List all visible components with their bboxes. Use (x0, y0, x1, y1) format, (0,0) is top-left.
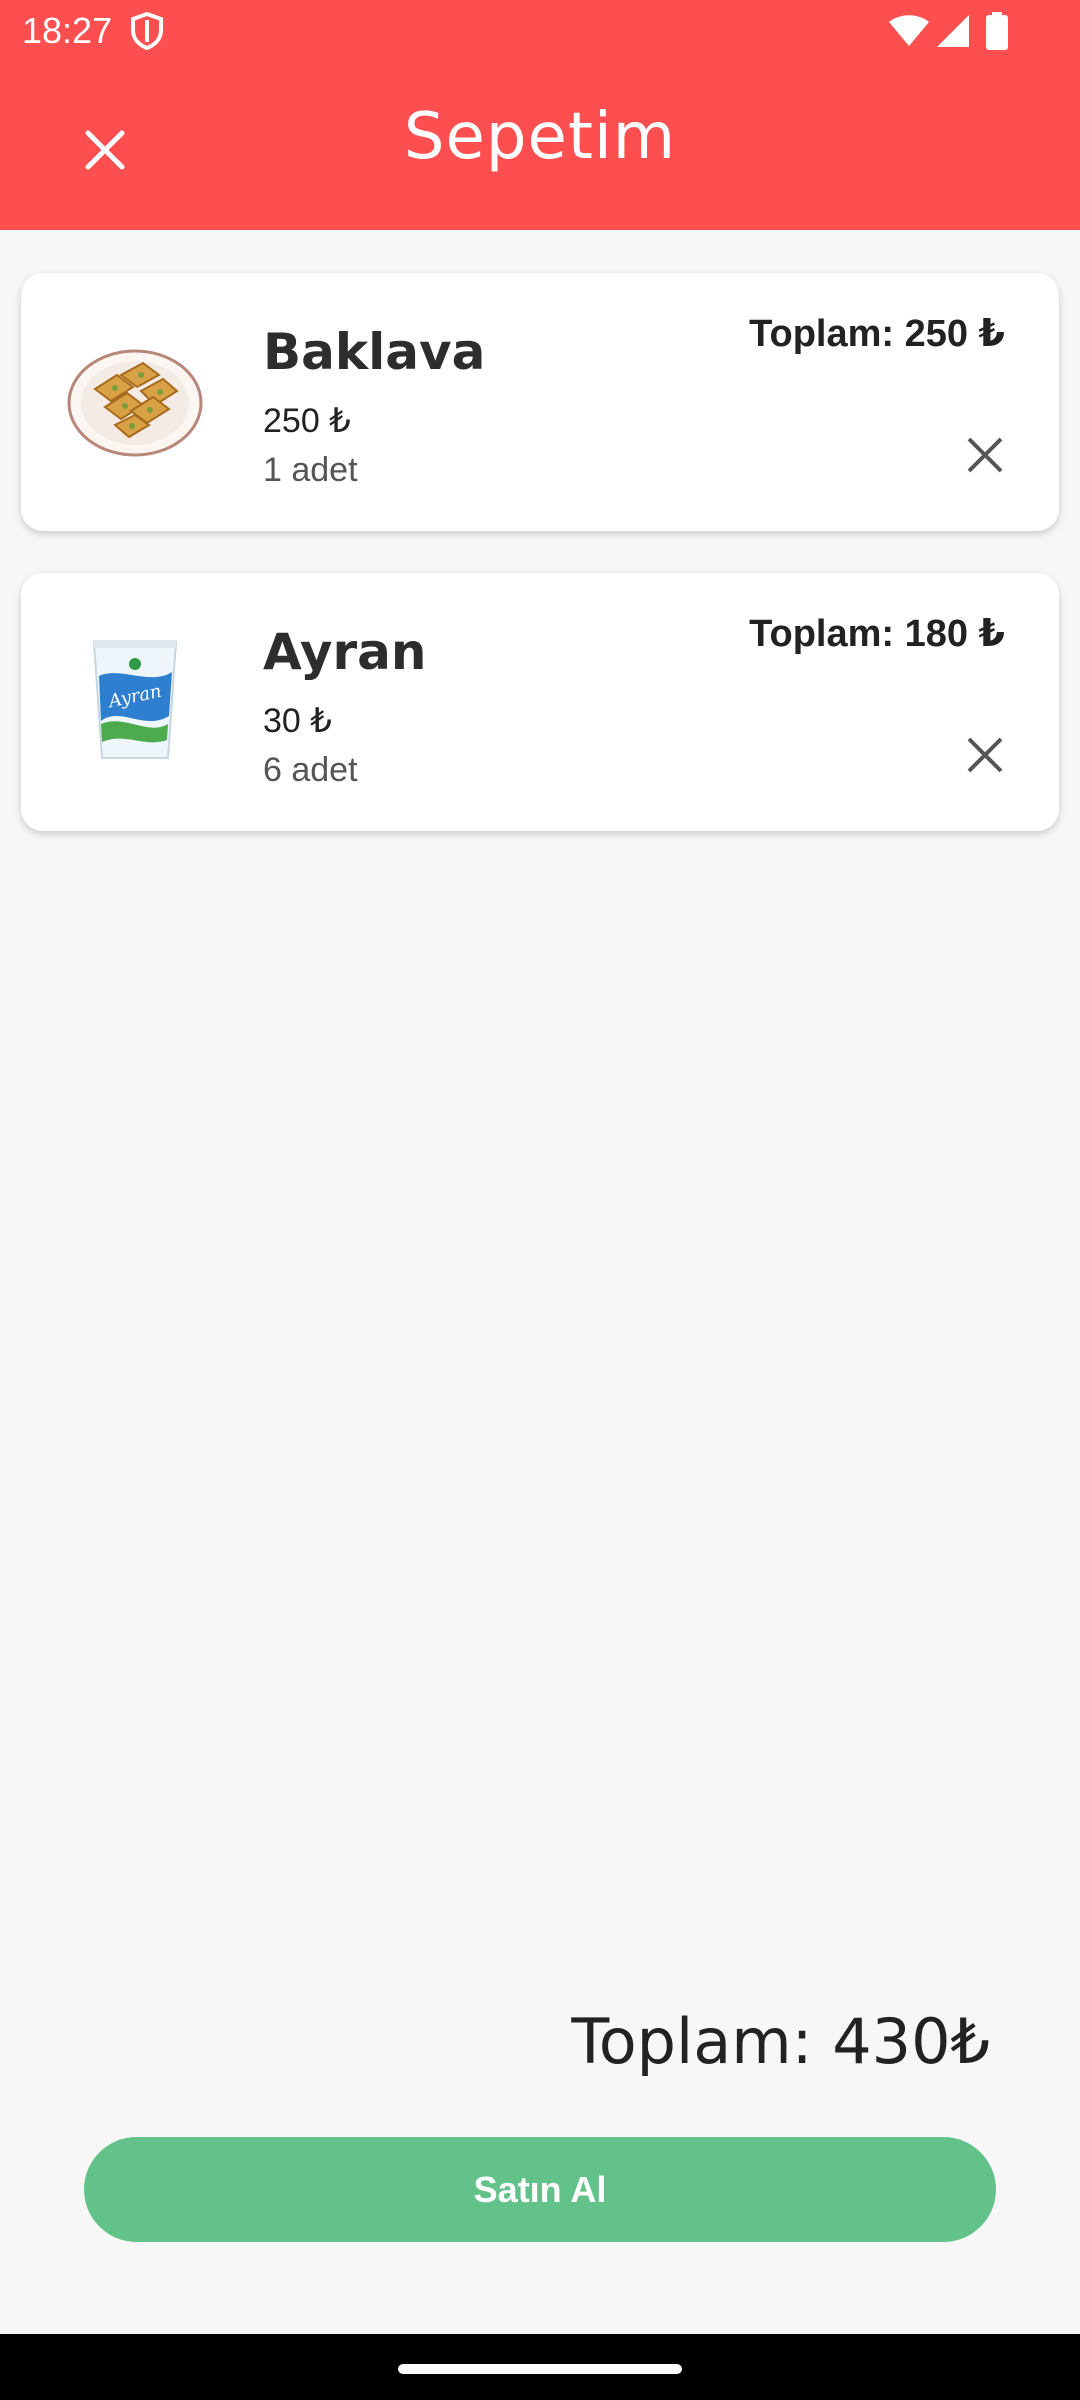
buy-button[interactable]: Satın Al (84, 2137, 996, 2242)
home-indicator[interactable] (398, 2364, 682, 2374)
system-nav-bar (0, 2334, 1080, 2400)
item-name: Ayran (263, 623, 427, 681)
baklava-plate-icon (67, 349, 203, 457)
battery-icon (986, 12, 1008, 50)
baklava-image (65, 331, 205, 471)
item-total: Toplam: 250 ₺ (749, 313, 1005, 355)
remove-item-button[interactable] (955, 425, 1015, 485)
remove-item-button[interactable] (955, 725, 1015, 785)
item-quantity: 6 adet (263, 751, 358, 789)
ayran-image: Ayran (65, 631, 205, 771)
close-icon (967, 737, 1003, 773)
signal-icon (937, 15, 969, 47)
page-title: Sepetim (403, 100, 677, 174)
item-name: Baklava (263, 323, 486, 381)
status-bar: 18:27 (0, 0, 1080, 62)
item-total: Toplam: 180 ₺ (749, 613, 1005, 655)
cart-item: Ayran Ayran 30 ₺ 6 adet Toplam: 180 ₺ (21, 573, 1059, 831)
item-price: 250 ₺ (263, 402, 351, 440)
status-time: 18:27 (22, 10, 113, 51)
app-header: 18:27 Sepetim (0, 0, 1080, 230)
wifi-icon (889, 15, 929, 46)
item-quantity: 1 adet (263, 451, 358, 489)
close-icon (967, 437, 1003, 473)
item-price: 30 ₺ (263, 702, 332, 740)
ayran-cup-icon: Ayran (92, 640, 178, 759)
cart-item: Baklava 250 ₺ 1 adet Toplam: 250 ₺ (21, 273, 1059, 531)
grand-total: Toplam: 430₺ (571, 2005, 990, 2078)
shield-icon (131, 12, 163, 50)
